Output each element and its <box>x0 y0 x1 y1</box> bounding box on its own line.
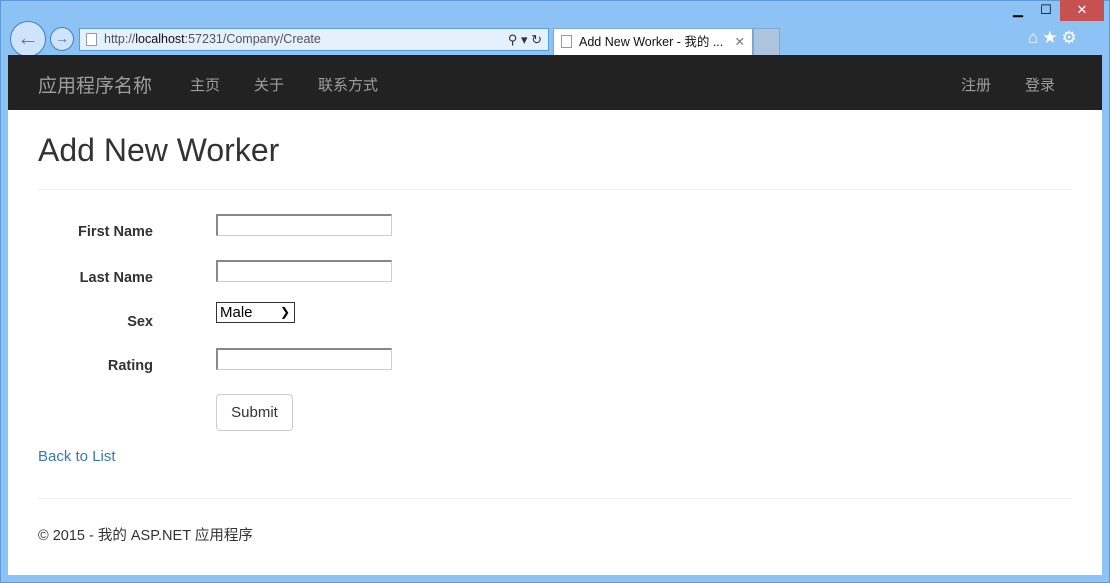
address-bar[interactable]: http://localhost:57231/Company/Create ⚲ … <box>79 28 549 51</box>
tab-title: Add New Worker - 我的 ... <box>579 35 724 49</box>
url-prefix: http:// <box>104 32 136 46</box>
tab-close-icon[interactable]: ✕ <box>735 29 745 55</box>
sex-label: Sex <box>127 314 153 330</box>
sex-value: Male <box>220 304 253 321</box>
last-name-label: Last Name <box>79 270 153 286</box>
footer: © 2015 - 我的 ASP.NET 应用程序 <box>38 498 1072 545</box>
back-to-list-link[interactable]: Back to List <box>38 448 1072 465</box>
first-name-input[interactable] <box>216 214 392 236</box>
new-tab-button[interactable] <box>753 28 780 55</box>
chevron-down-icon: ❯ <box>279 305 290 319</box>
page-icon <box>86 33 97 46</box>
first-name-label: First Name <box>78 224 153 240</box>
tab-add-new-worker[interactable]: Add New Worker - 我的 ... ✕ <box>553 28 753 55</box>
close-window-button[interactable]: ✕ <box>1060 0 1104 21</box>
maximize-button[interactable]: ☐ <box>1032 0 1060 21</box>
navbar: 应用程序名称 主页 关于 联系方式 注册 登录 <box>8 55 1102 110</box>
home-favorites-settings-icons[interactable]: ⌂★⚙ <box>1028 28 1081 48</box>
sex-select[interactable]: Male ❯ <box>216 302 295 323</box>
nav-login[interactable]: 登录 <box>1025 74 1055 95</box>
nav-home[interactable]: 主页 <box>190 74 220 95</box>
url-path: :57231/Company/Create <box>184 32 321 46</box>
page-icon <box>561 35 572 48</box>
url-host: localhost <box>135 32 185 46</box>
search-refresh-icons[interactable]: ⚲ ▾ ↻ <box>508 29 542 50</box>
nav-about[interactable]: 关于 <box>254 74 284 95</box>
brand-link[interactable]: 应用程序名称 <box>38 71 152 98</box>
rating-label: Rating <box>107 358 153 374</box>
last-name-input[interactable] <box>216 260 392 282</box>
submit-button[interactable]: Submit <box>216 394 293 431</box>
nav-register[interactable]: 注册 <box>961 74 991 95</box>
nav-contact[interactable]: 联系方式 <box>318 74 378 95</box>
back-button[interactable]: ← <box>10 21 46 57</box>
forward-button[interactable]: → <box>50 27 74 51</box>
minimize-button[interactable]: ▁ <box>1004 0 1032 21</box>
page-content: 应用程序名称 主页 关于 联系方式 注册 登录 Add New Worker F… <box>8 55 1102 575</box>
page-title: Add New Worker <box>38 132 280 168</box>
rating-input[interactable] <box>216 348 392 370</box>
